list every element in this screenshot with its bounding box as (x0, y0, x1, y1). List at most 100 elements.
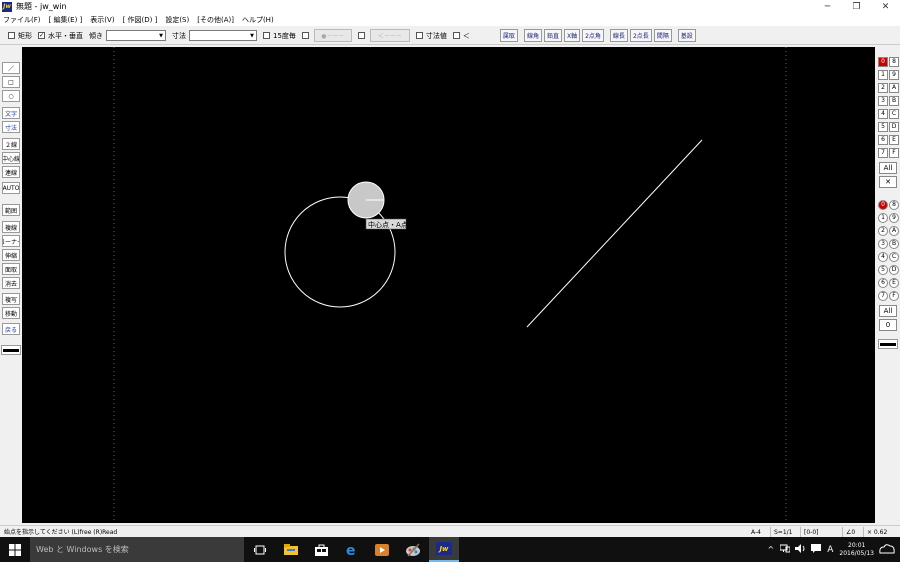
layer-group-9[interactable]: 9 (889, 70, 899, 80)
tool-range[interactable]: 範囲 (2, 204, 20, 216)
tool-auto[interactable]: AUTO (2, 182, 20, 194)
drawing-canvas[interactable]: 中心点・A点 (22, 47, 875, 523)
jw-cad-taskbar-icon[interactable]: Jw (429, 537, 459, 562)
ime-indicator[interactable]: A (827, 545, 833, 555)
layer-indicator[interactable]: [0-0] (800, 527, 818, 537)
layer-0[interactable]: 0 (878, 200, 888, 210)
layer-7[interactable]: 7 (878, 291, 888, 301)
zoom-indicator[interactable]: × 0.62 (863, 527, 887, 537)
tool-double-line[interactable]: ２線 (2, 138, 20, 150)
layer-group-c[interactable]: C (889, 109, 899, 119)
scale-indicator[interactable]: S=1/1 (770, 527, 793, 537)
menu-file[interactable]: ファイル(F) (3, 15, 41, 25)
attribute-pick-button[interactable]: 属取 (499, 29, 518, 42)
layer-group-a[interactable]: A (889, 83, 899, 93)
menu-help[interactable]: ヘルプ(H) (242, 15, 274, 25)
layer-e[interactable]: E (889, 278, 899, 288)
tool-chamfer[interactable]: 面取 (2, 263, 20, 275)
line-length-button[interactable]: 線長 (609, 29, 628, 42)
angle-indicator[interactable]: ∠0 (842, 527, 855, 537)
dimension-combo[interactable]: ▼ (189, 30, 257, 41)
vertical-button[interactable]: 鉛直 (543, 29, 562, 42)
tool-text[interactable]: 文字 (2, 107, 20, 119)
arrow-line-button[interactable]: ＜－－－ (369, 29, 410, 42)
clock[interactable]: 20:01 2016/05/13 (839, 542, 874, 558)
rect-checkbox[interactable]: 矩形 (8, 31, 32, 41)
layer-group-x-button[interactable]: ✕ (879, 176, 897, 188)
layer-8[interactable]: 8 (889, 200, 899, 210)
lt-checkbox[interactable]: ＜ (452, 31, 470, 41)
layer-group-3[interactable]: 3 (878, 96, 888, 106)
volume-icon[interactable] (795, 544, 806, 555)
undo-button[interactable]: 戻る (2, 323, 20, 335)
drawn-line[interactable] (526, 139, 703, 328)
deg15-checkbox[interactable]: 15度毎 (263, 31, 296, 41)
layer-group-b[interactable]: B (889, 96, 899, 106)
incline-combo[interactable]: ▼ (106, 30, 166, 41)
menu-settings[interactable]: 設定(S) (165, 15, 189, 25)
layer-group-e[interactable]: E (889, 135, 899, 145)
layer-3[interactable]: 3 (878, 239, 888, 249)
two-point-angle-button[interactable]: 2点角 (582, 29, 604, 42)
chevron-up-icon[interactable]: ^ (768, 545, 775, 554)
dot-line-button[interactable]: ●－－－ (313, 29, 352, 42)
tool-dimension[interactable]: 寸法 (2, 121, 20, 133)
tool-copy[interactable]: 複写 (2, 293, 20, 305)
menu-draw[interactable]: [ 作図(D) ] (123, 15, 158, 25)
network-icon[interactable] (779, 544, 791, 555)
taskbar-search-input[interactable]: Web と Windows を検索 (30, 537, 244, 562)
layer-6[interactable]: 6 (878, 278, 888, 288)
layer-group-0[interactable]: 0 (878, 57, 888, 67)
layer-2[interactable]: 2 (878, 226, 888, 236)
restore-button[interactable]: ❐ (842, 0, 871, 13)
dimvalue-checkbox[interactable]: 寸法値 (415, 31, 447, 41)
paper-size-indicator[interactable]: A-4 (748, 527, 761, 537)
media-player-icon[interactable] (367, 537, 397, 562)
layer-a[interactable]: A (889, 226, 899, 236)
layer-group-2[interactable]: 2 (878, 83, 888, 93)
tool-offset[interactable]: 複線 (2, 221, 20, 233)
layer-line-indicator[interactable] (878, 339, 898, 349)
line-type-indicator[interactable] (1, 345, 21, 355)
paint-app-icon[interactable] (398, 537, 428, 562)
store-icon[interactable] (306, 537, 336, 562)
layer-group-all-button[interactable]: All (879, 162, 897, 174)
windows-start-icon[interactable] (0, 537, 30, 562)
layer-b[interactable]: B (889, 239, 899, 249)
layer-9[interactable]: 9 (889, 213, 899, 223)
layer-group-5[interactable]: 5 (878, 122, 888, 132)
notification-icon[interactable] (878, 543, 896, 557)
action-center-icon[interactable] (811, 544, 822, 555)
tool-line[interactable]: ／ (2, 62, 20, 74)
layer-f[interactable]: F (889, 291, 899, 301)
layer-group-6[interactable]: 6 (878, 135, 888, 145)
layer-group-1[interactable]: 1 (878, 70, 888, 80)
layer-4[interactable]: 4 (878, 252, 888, 262)
tool-rectangle[interactable]: □ (2, 76, 20, 88)
layer-group-f[interactable]: F (889, 148, 899, 158)
edge-browser-icon[interactable]: e (337, 537, 367, 562)
layer-group-4[interactable]: 4 (878, 109, 888, 119)
layer-group-8[interactable]: 8 (889, 57, 899, 67)
menu-other[interactable]: [その他(A)] (197, 15, 234, 25)
tool-stretch[interactable]: 伸縮 (2, 249, 20, 261)
layer-group-7[interactable]: 7 (878, 148, 888, 158)
layer-5[interactable]: 5 (878, 265, 888, 275)
layer-all-button[interactable]: All (879, 305, 897, 317)
base-set-button[interactable]: 基設 (677, 29, 696, 42)
layer-group-d[interactable]: D (889, 122, 899, 132)
file-explorer-icon[interactable] (276, 537, 306, 562)
two-point-length-button[interactable]: 2点長 (629, 29, 652, 42)
tool-connect-line[interactable]: 連線 (2, 166, 20, 178)
layer-c[interactable]: C (889, 252, 899, 262)
layer-d[interactable]: D (889, 265, 899, 275)
tool-erase[interactable]: 消去 (2, 277, 20, 289)
close-button[interactable]: ✕ (871, 0, 900, 13)
arrow-line-checkbox[interactable] (357, 32, 368, 39)
tool-corner[interactable]: コーナー (2, 235, 20, 247)
tool-circle[interactable]: ○ (2, 90, 20, 102)
menu-view[interactable]: 表示(V) (90, 15, 114, 25)
line-angle-button[interactable]: 線角 (523, 29, 542, 42)
x-axis-button[interactable]: X軸 (563, 29, 581, 42)
dot-line-checkbox[interactable] (301, 32, 312, 39)
